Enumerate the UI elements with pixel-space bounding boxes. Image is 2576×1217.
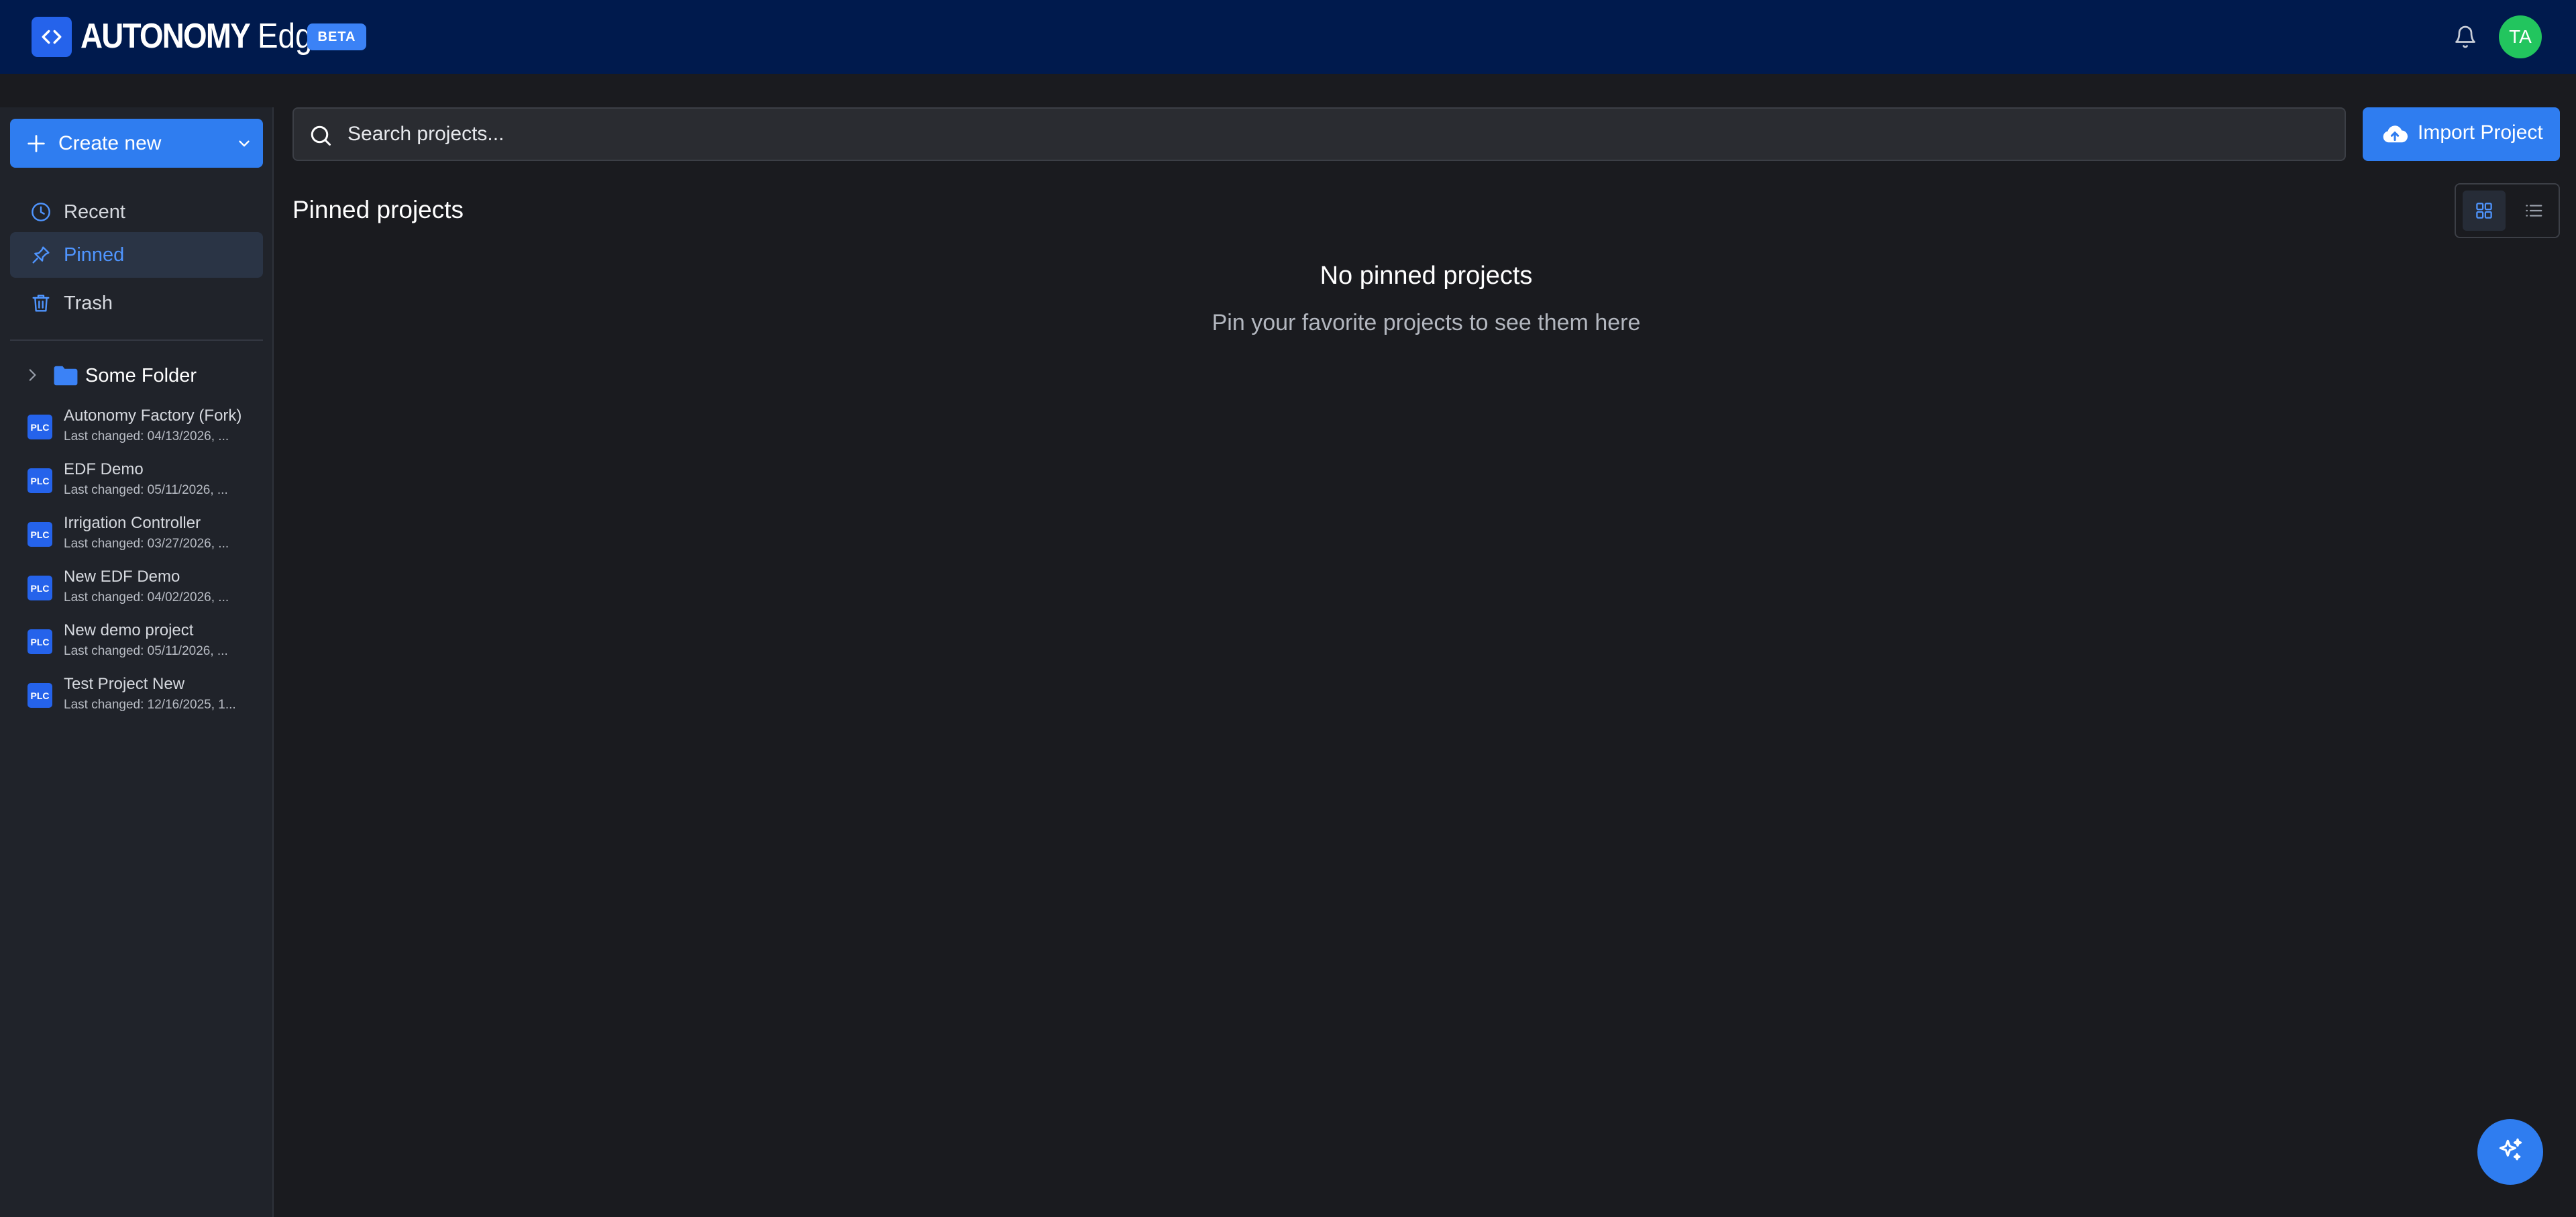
section-title: Pinned projects <box>292 196 464 223</box>
folder-icon <box>53 365 78 390</box>
brand-name-strong: AUTONOMY <box>80 17 251 56</box>
view-toggle <box>2455 183 2560 238</box>
project-item[interactable]: PLC New demo project Last changed: 05/11… <box>10 617 263 666</box>
project-name: Irrigation Controller <box>64 514 201 532</box>
create-new-button[interactable]: Create new <box>10 119 263 168</box>
project-last-changed: Last changed: 04/13/2026, ... <box>64 429 229 443</box>
plc-badge-icon: PLC <box>28 468 52 493</box>
sidebar-divider <box>10 339 263 341</box>
sparkles-icon <box>2496 1136 2525 1169</box>
folder-label: Some Folder <box>85 365 197 386</box>
plus-icon <box>25 132 48 158</box>
app-brand: AUTONOMY Edge <box>80 16 339 58</box>
project-name: New EDF Demo <box>64 568 180 586</box>
project-name: Test Project New <box>64 675 185 693</box>
sidebar-item-label: Recent <box>64 201 125 223</box>
project-last-changed: Last changed: 12/16/2025, 1... <box>64 698 236 712</box>
folder-some-folder[interactable]: Some Folder <box>10 357 263 394</box>
project-item[interactable]: PLC EDF Demo Last changed: 05/11/2026, .… <box>10 456 263 505</box>
plc-badge-icon: PLC <box>28 522 52 547</box>
list-view-icon[interactable] <box>2514 191 2554 231</box>
ai-assistant-button[interactable] <box>2477 1119 2543 1185</box>
cloud-upload-icon <box>2381 122 2408 150</box>
empty-state-subtitle: Pin your favorite projects to see them h… <box>1212 310 1641 335</box>
project-last-changed: Last changed: 05/11/2026, ... <box>64 644 228 658</box>
plc-badge-icon: PLC <box>28 629 52 654</box>
project-item[interactable]: PLC Irrigation Controller Last changed: … <box>10 510 263 558</box>
project-last-changed: Last changed: 05/11/2026, ... <box>64 483 228 497</box>
plc-badge-icon: PLC <box>28 415 52 439</box>
project-last-changed: Last changed: 03/27/2026, ... <box>64 537 229 551</box>
search-icon <box>309 123 333 151</box>
import-project-label: Import Project <box>2418 121 2543 144</box>
search-bar <box>292 107 2346 161</box>
project-item[interactable]: PLC Test Project New Last changed: 12/16… <box>10 671 263 719</box>
clock-icon <box>30 201 52 223</box>
grid-view-icon[interactable] <box>2463 191 2506 231</box>
plc-badge-icon: PLC <box>28 576 52 600</box>
code-brackets-icon[interactable] <box>32 17 72 57</box>
project-name: Autonomy Factory (Fork) <box>64 407 242 425</box>
avatar[interactable]: TA <box>2499 15 2542 58</box>
empty-state-title: No pinned projects <box>1320 262 1533 290</box>
project-last-changed: Last changed: 04/02/2026, ... <box>64 590 229 604</box>
chevron-down-icon[interactable] <box>235 135 253 156</box>
search-input[interactable] <box>347 118 2293 150</box>
project-item[interactable]: PLC New EDF Demo Last changed: 04/02/202… <box>10 564 263 612</box>
project-item[interactable]: PLC Autonomy Factory (Fork) Last changed… <box>10 403 263 451</box>
project-name: EDF Demo <box>64 460 144 478</box>
bell-icon[interactable] <box>2450 21 2481 52</box>
top-bar: AUTONOMY Edge BETA TA <box>0 0 2576 74</box>
chevron-right-icon[interactable] <box>23 366 41 387</box>
project-name: New demo project <box>64 621 194 639</box>
beta-badge: BETA <box>307 23 366 50</box>
import-project-button[interactable]: Import Project <box>2363 107 2560 161</box>
create-new-label: Create new <box>58 132 162 154</box>
plc-badge-icon: PLC <box>28 683 52 708</box>
sidebar-item-recent[interactable]: Recent <box>10 189 263 235</box>
